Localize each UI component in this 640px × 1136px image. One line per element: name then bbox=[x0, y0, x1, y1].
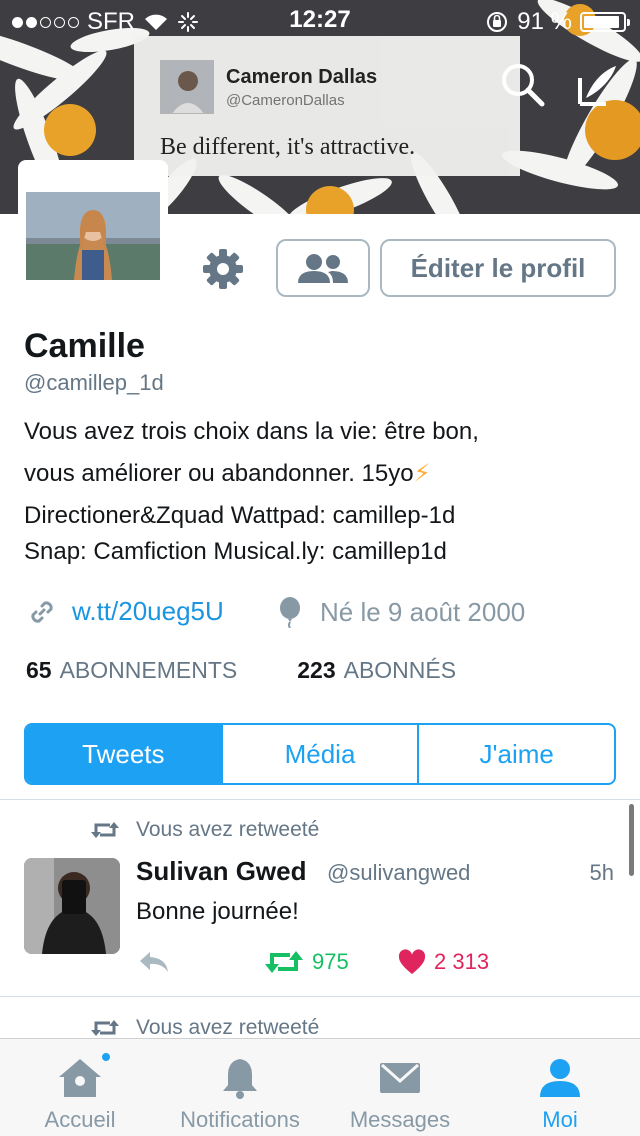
tweet-author-avatar[interactable] bbox=[24, 858, 120, 954]
retweet-button[interactable]: 975 bbox=[264, 946, 349, 978]
tab-me[interactable]: Moi bbox=[480, 1039, 640, 1136]
profile-segmented-control: Tweets Média J'aime bbox=[24, 723, 616, 785]
person-icon bbox=[540, 1059, 580, 1097]
profile-name: Camille bbox=[24, 327, 145, 365]
follow-counts: 65 ABONNEMENTS 223 ABONNÉS bbox=[26, 657, 456, 684]
tab-messages[interactable]: Messages bbox=[320, 1039, 480, 1136]
bottom-tab-bar: Accueil Notifications Messages Moi bbox=[0, 1038, 640, 1136]
retweet-count: 975 bbox=[312, 949, 349, 974]
balloon-icon bbox=[280, 597, 300, 628]
heart-icon bbox=[398, 949, 426, 974]
retweet-context: Vous avez retweeté bbox=[90, 818, 319, 842]
compose-icon[interactable] bbox=[572, 60, 622, 110]
quote-author-avatar bbox=[160, 60, 214, 114]
quote-text: Be different, it's attractive. bbox=[160, 134, 416, 160]
followers-count[interactable]: 223 ABONNÉS bbox=[297, 657, 456, 684]
birthdate-text: Né le 9 août 2000 bbox=[320, 596, 526, 627]
status-bar: SFR 12:27 91 % bbox=[0, 0, 640, 40]
lightning-emoji: ⚡ bbox=[413, 460, 431, 487]
retweet-small-icon bbox=[91, 1020, 119, 1036]
home-icon bbox=[59, 1059, 101, 1097]
tweet-time: 5h bbox=[589, 860, 614, 885]
settings-gear-icon[interactable] bbox=[200, 246, 246, 292]
rotation-lock-icon bbox=[487, 12, 508, 32]
edit-profile-button[interactable]: Éditer le profil bbox=[380, 239, 616, 297]
profile-avatar bbox=[26, 192, 160, 280]
tab-tweets[interactable]: Tweets bbox=[26, 725, 221, 783]
tab-media[interactable]: Média bbox=[220, 725, 418, 783]
profile-bio: Vous avez trois choix dans la vie: être … bbox=[24, 420, 624, 576]
search-icon[interactable] bbox=[498, 60, 548, 110]
link-icon bbox=[31, 600, 53, 623]
follow-suggestions-button[interactable] bbox=[276, 239, 370, 297]
like-count: 2 313 bbox=[434, 949, 490, 974]
tweet-text: Bonne journée! bbox=[136, 898, 299, 925]
profile-link[interactable]: w.tt/20ueg5U bbox=[28, 596, 224, 627]
tab-notifications[interactable]: Notifications bbox=[160, 1039, 320, 1136]
retweet-icon bbox=[265, 951, 303, 973]
bio-line: Vous avez trois choix dans la vie: être … bbox=[24, 418, 479, 445]
following-count[interactable]: 65 ABONNEMENTS bbox=[26, 657, 237, 684]
scrollbar[interactable] bbox=[629, 804, 634, 876]
battery-icon bbox=[580, 12, 630, 32]
tab-likes[interactable]: J'aime bbox=[417, 725, 614, 783]
retweet-small-icon bbox=[91, 822, 119, 838]
divider bbox=[0, 799, 640, 800]
profile-link-text[interactable]: w.tt/20ueg5U bbox=[72, 596, 224, 627]
tab-home[interactable]: Accueil bbox=[0, 1039, 160, 1136]
pinned-quote-card: Cameron Dallas @CameronDallas Be differe… bbox=[134, 36, 520, 176]
bell-icon bbox=[223, 1059, 257, 1099]
bio-line: Snap: Camfiction Musical.ly: camillep1d bbox=[24, 538, 447, 565]
new-content-dot bbox=[100, 1051, 112, 1063]
retweet-context: Vous avez retweeté bbox=[90, 1016, 319, 1040]
like-button[interactable]: 2 313 bbox=[398, 946, 489, 978]
envelope-icon bbox=[380, 1063, 420, 1093]
bio-line: Directioner&Zquad Wattpad: camillep-1d bbox=[24, 502, 456, 529]
battery-percent: 91 % bbox=[517, 8, 572, 35]
quote-author-name: Cameron Dallas bbox=[226, 66, 378, 88]
quote-author-handle: @CameronDallas bbox=[226, 92, 345, 109]
bio-line: vous améliorer ou abandonner. 15yo⚡ bbox=[24, 460, 431, 487]
reply-button[interactable] bbox=[138, 946, 170, 978]
tweet-author-handle: @sulivangwed bbox=[327, 860, 471, 885]
profile-handle: @camillep_1d bbox=[24, 370, 164, 395]
divider bbox=[0, 996, 640, 997]
profile-birthdate: Né le 9 août 2000 bbox=[276, 596, 525, 628]
tweet-author-name[interactable]: Sulivan Gwed bbox=[136, 856, 307, 887]
people-icon bbox=[298, 254, 348, 283]
reply-icon bbox=[140, 952, 168, 972]
profile-avatar-frame[interactable] bbox=[18, 160, 168, 288]
